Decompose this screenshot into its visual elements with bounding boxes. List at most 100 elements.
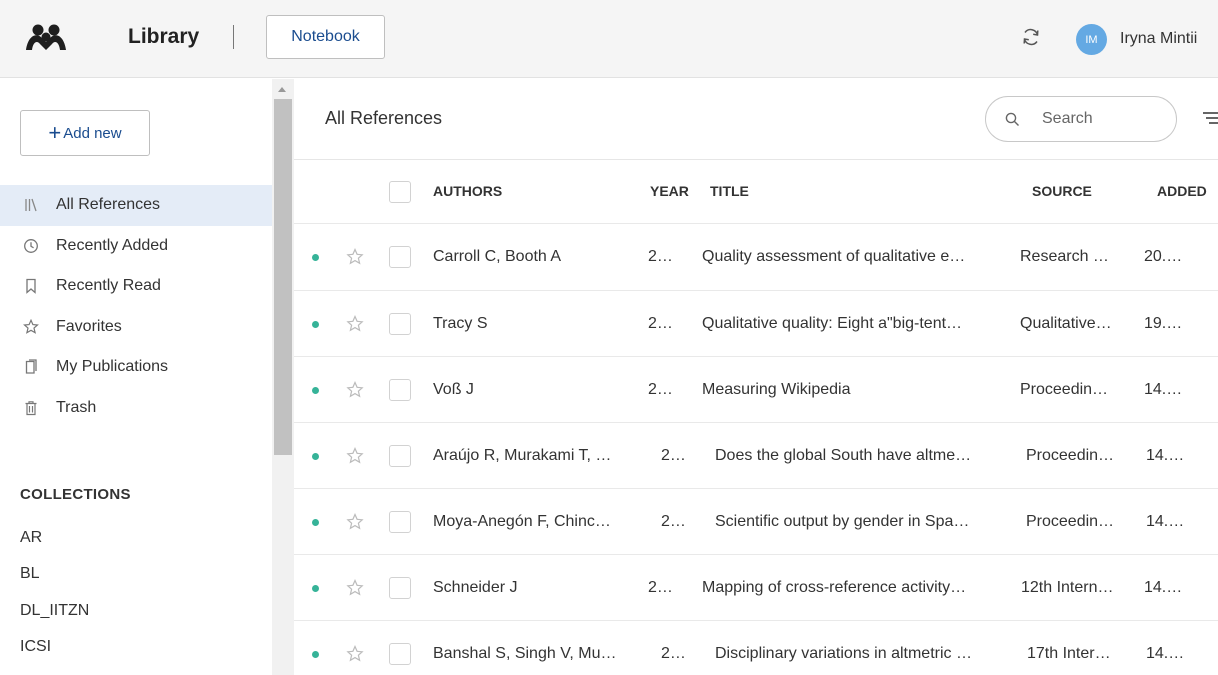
cell-title: Does the global South have altme… — [715, 447, 972, 464]
collection-item[interactable]: ICSI — [20, 638, 89, 674]
table-row[interactable]: Araújo R, Murakami T, … 2… Does the glob… — [294, 423, 1218, 489]
cell-year: 2… — [661, 447, 686, 464]
sidebar-nav: All References Recently Added Recently R… — [0, 185, 272, 428]
library-icon — [23, 197, 39, 213]
add-new-button[interactable]: + Add new — [20, 110, 150, 156]
toolbar-divider — [294, 159, 1218, 160]
row-checkbox[interactable] — [389, 379, 411, 401]
sidebar-item-all-references[interactable]: All References — [0, 185, 272, 226]
row-checkbox[interactable] — [389, 643, 411, 665]
mendeley-logo-icon[interactable] — [22, 22, 70, 52]
cell-authors: Schneider J — [433, 579, 518, 596]
unread-dot — [312, 387, 319, 394]
star-icon[interactable] — [346, 248, 364, 266]
sidebar-item-label: Recently Read — [56, 277, 161, 295]
sidebar-item-my-publications[interactable]: My Publications — [0, 347, 272, 388]
table-row[interactable]: Voß J 2… Measuring Wikipedia Proceedin… … — [294, 357, 1218, 423]
cell-year: 2… — [661, 513, 686, 530]
collection-item[interactable]: DL_IITZN — [20, 602, 89, 638]
collection-item[interactable]: BL — [20, 565, 89, 601]
sidebar-item-recently-added[interactable]: Recently Added — [0, 226, 272, 267]
row-checkbox[interactable] — [389, 246, 411, 268]
cell-source: Proceedin… — [1026, 513, 1115, 530]
cell-year: 2… — [648, 579, 673, 596]
plus-icon: + — [48, 120, 62, 145]
table-row[interactable]: Tracy S 2… Qualitative quality: Eight a"… — [294, 291, 1218, 357]
cell-source: 12th Intern… — [1021, 579, 1114, 596]
collection-item[interactable]: AR — [20, 529, 89, 565]
cell-year: 2… — [648, 248, 673, 265]
row-checkbox[interactable] — [389, 511, 411, 533]
unread-dot — [312, 651, 319, 658]
table-row[interactable]: Moya-Anegón F, Chinc… 2… Scientific outp… — [294, 489, 1218, 555]
cell-title: Qualitative quality: Eight a"big-tent… — [702, 315, 963, 332]
star-icon[interactable] — [346, 381, 364, 399]
cell-authors: Voß J — [433, 381, 474, 398]
row-checkbox[interactable] — [389, 445, 411, 467]
row-checkbox[interactable] — [389, 313, 411, 335]
sidebar-item-trash[interactable]: Trash — [0, 388, 272, 429]
sync-icon[interactable] — [1021, 27, 1041, 47]
sidebar-item-label: My Publications — [56, 358, 169, 376]
column-header-source[interactable]: SOURCE — [1032, 183, 1092, 199]
collections-list: AR BL DL_IITZN ICSI — [20, 529, 89, 674]
notebook-button[interactable]: Notebook — [266, 15, 385, 59]
column-header-authors[interactable]: AUTHORS — [433, 183, 502, 199]
cell-added: 19.… — [1144, 315, 1183, 332]
star-icon[interactable] — [346, 315, 364, 333]
scroll-up-arrow-icon[interactable] — [278, 87, 286, 92]
sidebar-item-recently-read[interactable]: Recently Read — [0, 266, 272, 307]
search-icon — [1005, 112, 1019, 126]
cell-added: 14.… — [1146, 513, 1185, 530]
sidebar-item-label: All References — [56, 196, 161, 214]
search-input[interactable] — [1042, 108, 1162, 130]
star-icon[interactable] — [346, 447, 364, 465]
page-title: All References — [325, 108, 443, 128]
title-divider — [233, 25, 234, 49]
table-row[interactable]: Schneider J 2… Mapping of cross-referenc… — [294, 555, 1218, 621]
cell-title: Mapping of cross-reference activity… — [702, 579, 967, 596]
sidebar-item-label: Recently Added — [56, 236, 169, 254]
sidebar-item-label: Trash — [56, 398, 97, 416]
clock-icon — [23, 238, 39, 254]
collections-heading: COLLECTIONS — [20, 486, 131, 503]
cell-authors: Carroll C, Booth A — [433, 248, 562, 265]
sidebar-item-label: Favorites — [56, 317, 122, 335]
user-name[interactable]: Iryna Mintii — [1120, 30, 1197, 48]
row-checkbox[interactable] — [389, 577, 411, 599]
cell-year: 2… — [648, 315, 673, 332]
cell-title: Measuring Wikipedia — [702, 381, 851, 398]
cell-year: 2… — [648, 381, 673, 398]
cell-title: Quality assessment of qualitative e… — [702, 248, 966, 265]
unread-dot — [312, 254, 319, 261]
star-icon[interactable] — [346, 645, 364, 663]
user-avatar[interactable]: IM — [1076, 24, 1107, 55]
unread-dot — [312, 585, 319, 592]
publications-icon — [23, 359, 39, 375]
sidebar-scrollbar[interactable] — [272, 79, 294, 675]
star-icon[interactable] — [346, 513, 364, 531]
column-header-title[interactable]: TITLE — [710, 183, 749, 199]
cell-authors: Tracy S — [433, 315, 488, 332]
scrollbar-thumb[interactable] — [274, 99, 292, 455]
trash-icon — [23, 400, 39, 416]
cell-source: Research … — [1020, 248, 1109, 265]
cell-source: Qualitative… — [1020, 315, 1112, 332]
cell-authors: Araújo R, Murakami T, … — [433, 447, 612, 464]
column-header-year[interactable]: YEAR — [650, 183, 689, 199]
table-row[interactable]: Banshal S, Singh V, Mu… 2… Disciplinary … — [294, 621, 1218, 675]
star-icon[interactable] — [346, 579, 364, 597]
cell-added: 14.… — [1146, 645, 1185, 662]
cell-added: 20.… — [1144, 248, 1183, 265]
table-row[interactable]: Carroll C, Booth A 2… Quality assessment… — [294, 224, 1218, 290]
cell-source: Proceedin… — [1020, 381, 1109, 398]
sidebar-item-favorites[interactable]: Favorites — [0, 307, 272, 348]
cell-authors: Moya-Anegón F, Chinc… — [433, 513, 611, 530]
unread-dot — [312, 453, 319, 460]
cell-title: Disciplinary variations in altmetric … — [715, 645, 972, 662]
filter-icon[interactable] — [1203, 111, 1218, 126]
search-box[interactable] — [985, 96, 1177, 142]
select-all-checkbox[interactable] — [389, 181, 411, 203]
column-header-added[interactable]: ADDED — [1157, 183, 1207, 199]
cell-added: 14.… — [1144, 579, 1183, 596]
